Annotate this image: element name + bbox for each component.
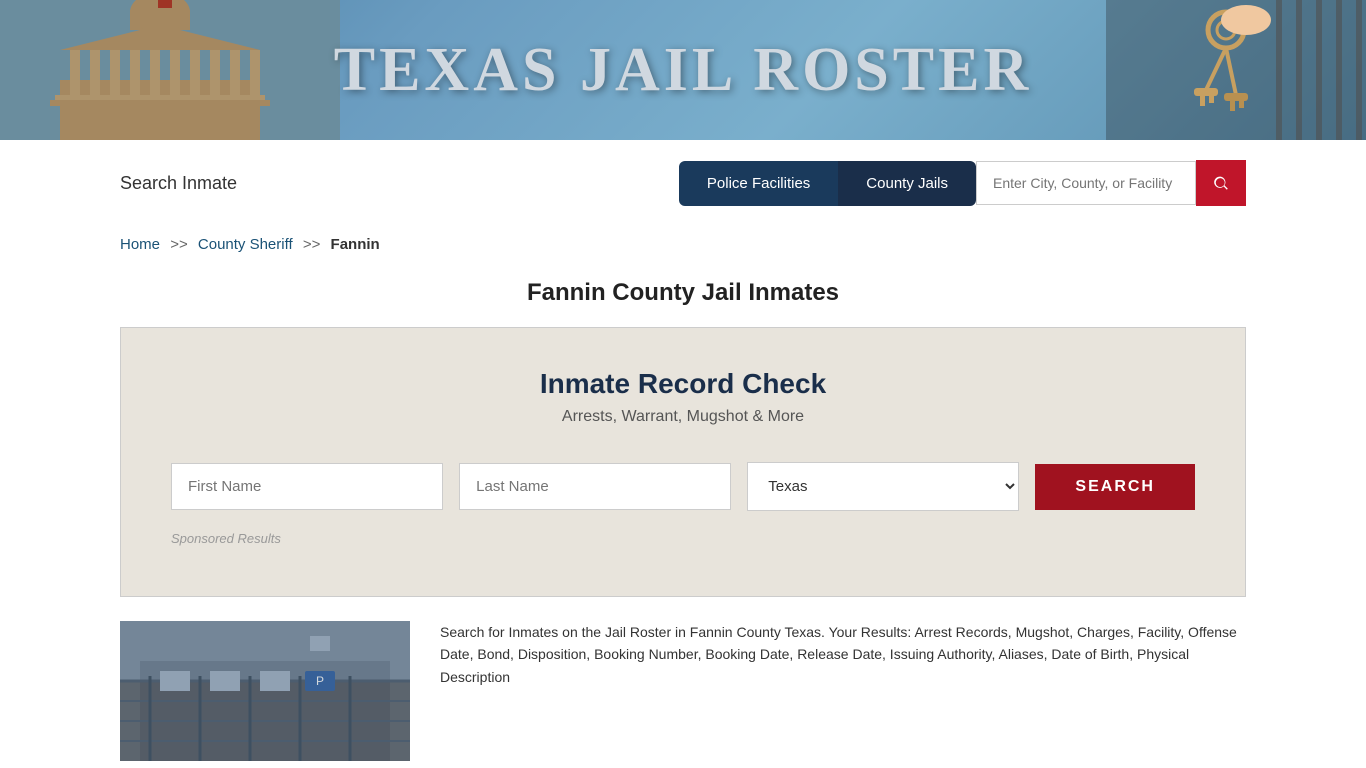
description-text: Search for Inmates on the Jail Roster in… <box>440 621 1246 688</box>
banner-title: Texas Jail Roster <box>334 36 1033 104</box>
breadcrumb-home[interactable]: Home <box>120 236 160 253</box>
search-icon <box>1212 174 1230 192</box>
sponsored-results-label: Sponsored Results <box>171 531 1195 546</box>
jail-building-image: P <box>120 621 410 761</box>
jail-image: P <box>120 621 410 761</box>
facility-search-input[interactable] <box>976 161 1196 205</box>
inmate-search-row: AlabamaAlaskaArizonaArkansasCaliforniaCo… <box>171 462 1195 511</box>
facility-search-button[interactable] <box>1196 160 1246 206</box>
keys-image <box>1106 0 1366 140</box>
capitol-image <box>0 0 340 140</box>
police-facilities-button[interactable]: Police Facilities <box>679 161 838 206</box>
bottom-section: P Search for Inmates on the Jail Roster … <box>120 621 1246 761</box>
state-select[interactable]: AlabamaAlaskaArizonaArkansasCaliforniaCo… <box>747 462 1019 511</box>
page-title: Fannin County Jail Inmates <box>0 279 1366 307</box>
breadcrumb-sep2: >> <box>303 236 321 253</box>
breadcrumb: Home >> County Sheriff >> Fannin <box>0 226 1366 263</box>
record-check-subtitle: Arrests, Warrant, Mugshot & More <box>171 408 1195 426</box>
breadcrumb-county-sheriff[interactable]: County Sheriff <box>198 236 293 253</box>
breadcrumb-sep1: >> <box>170 236 188 253</box>
search-inmate-label: Search Inmate <box>120 173 237 194</box>
nav-buttons: Police Facilities County Jails <box>679 160 1246 206</box>
county-jails-button[interactable]: County Jails <box>838 161 976 206</box>
header-banner: Texas Jail Roster <box>0 0 1366 140</box>
record-check-title: Inmate Record Check <box>171 368 1195 400</box>
inmate-search-button[interactable]: SEARCH <box>1035 464 1195 510</box>
nav-bar: Search Inmate Police Facilities County J… <box>0 140 1366 226</box>
first-name-input[interactable] <box>171 463 443 510</box>
record-check-box: Inmate Record Check Arrests, Warrant, Mu… <box>120 327 1246 597</box>
breadcrumb-current: Fannin <box>331 236 380 253</box>
last-name-input[interactable] <box>459 463 731 510</box>
